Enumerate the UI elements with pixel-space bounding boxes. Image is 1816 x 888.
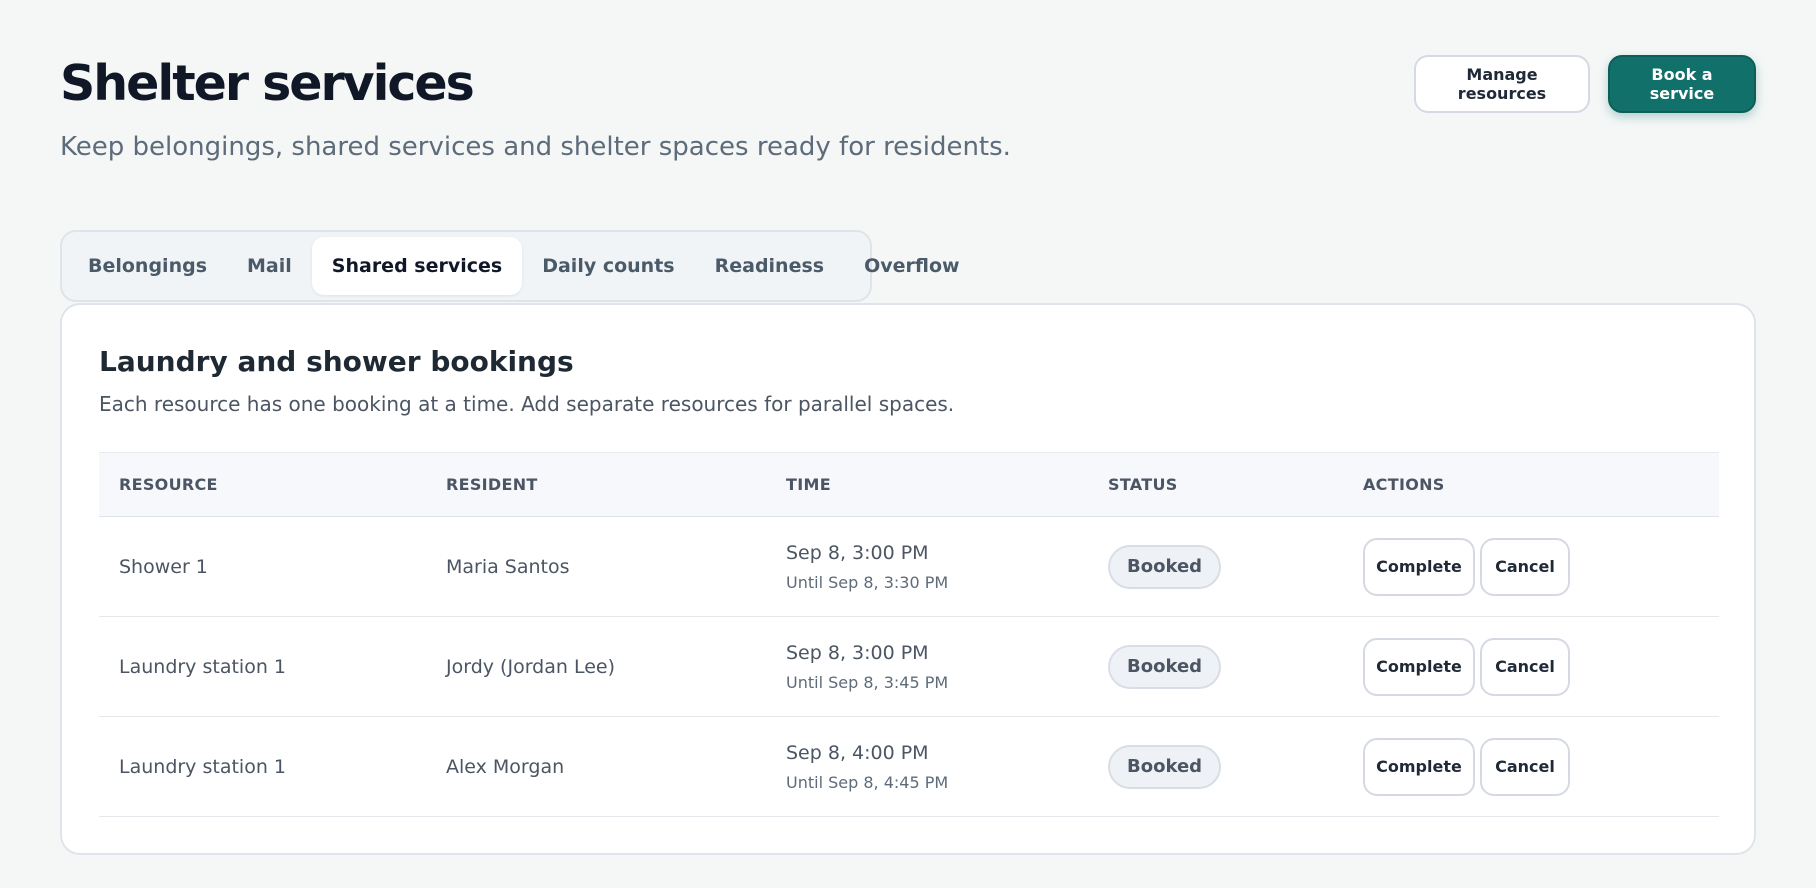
time-until: Until Sep 8, 3:30 PM <box>786 572 949 592</box>
complete-button[interactable]: Complete <box>1363 737 1475 796</box>
page-title: Shelter services <box>60 55 475 112</box>
resource-cell: Shower 1 <box>99 516 426 617</box>
column-header-time: TIME <box>766 452 1088 517</box>
bookings-card: Laundry and shower bookings Each resourc… <box>60 303 1756 855</box>
time-start: Sep 8, 3:00 PM <box>786 541 929 564</box>
table-row: Shower 1 Maria Santos Sep 8, 3:00 PM Unt… <box>99 516 1719 617</box>
column-header-status: STATUS <box>1088 452 1343 517</box>
time-start: Sep 8, 4:00 PM <box>786 741 929 764</box>
time-until: Until Sep 8, 4:45 PM <box>786 772 949 792</box>
row-actions: Complete Cancel <box>1363 637 1719 696</box>
resource-cell: Laundry station 1 <box>99 616 426 717</box>
bookings-table: RESOURCE RESIDENT TIME STATUS ACTIONS Sh… <box>99 452 1719 817</box>
resident-cell: Jordy (Jordan Lee) <box>426 616 766 717</box>
cancel-button[interactable]: Cancel <box>1480 637 1570 696</box>
resident-cell: Maria Santos <box>426 516 766 617</box>
card-description: Each resource has one booking at a time.… <box>99 392 955 416</box>
tab-daily-counts[interactable]: Daily counts <box>522 237 694 295</box>
status-badge: Booked <box>1108 744 1222 789</box>
table-header-row: RESOURCE RESIDENT TIME STATUS ACTIONS <box>99 452 1719 517</box>
time-until: Until Sep 8, 3:45 PM <box>786 672 949 692</box>
column-header-resource: RESOURCE <box>99 452 426 517</box>
row-actions: Complete Cancel <box>1363 537 1719 596</box>
time-start: Sep 8, 3:00 PM <box>786 641 929 664</box>
time-cell: Sep 8, 3:00 PM Until Sep 8, 3:30 PM <box>766 516 1088 617</box>
column-header-resident: RESIDENT <box>426 452 766 517</box>
tab-mail[interactable]: Mail <box>227 237 312 295</box>
table-row: Laundry station 1 Jordy (Jordan Lee) Sep… <box>99 616 1719 717</box>
tab-overflow[interactable]: Overflow <box>844 237 979 295</box>
manage-resources-button[interactable]: Manage resources <box>1414 55 1590 113</box>
row-actions: Complete Cancel <box>1363 737 1719 796</box>
column-header-actions: ACTIONS <box>1343 452 1719 517</box>
actions-cell: Complete Cancel <box>1343 616 1719 717</box>
complete-button[interactable]: Complete <box>1363 537 1475 596</box>
table-row: Laundry station 1 Alex Morgan Sep 8, 4:0… <box>99 716 1719 817</box>
actions-cell: Complete Cancel <box>1343 716 1719 817</box>
page-subtitle: Keep belongings, shared services and she… <box>60 132 1011 162</box>
status-cell: Booked <box>1088 516 1343 617</box>
header-actions: Manage resources Book a service <box>1414 55 1756 113</box>
time-cell: Sep 8, 4:00 PM Until Sep 8, 4:45 PM <box>766 716 1088 817</box>
status-badge: Booked <box>1108 544 1222 589</box>
cancel-button[interactable]: Cancel <box>1480 737 1570 796</box>
tab-shared-services[interactable]: Shared services <box>311 237 523 295</box>
time-cell: Sep 8, 3:00 PM Until Sep 8, 3:45 PM <box>766 616 1088 717</box>
tab-belongings[interactable]: Belongings <box>68 237 227 295</box>
cancel-button[interactable]: Cancel <box>1480 537 1570 596</box>
resource-cell: Laundry station 1 <box>99 716 426 817</box>
tab-readiness[interactable]: Readiness <box>695 237 844 295</box>
actions-cell: Complete Cancel <box>1343 516 1719 617</box>
status-cell: Booked <box>1088 716 1343 817</box>
status-cell: Booked <box>1088 616 1343 717</box>
complete-button[interactable]: Complete <box>1363 637 1475 696</box>
book-service-button[interactable]: Book a service <box>1608 55 1756 113</box>
card-title: Laundry and shower bookings <box>99 345 574 378</box>
tab-bar: Belongings Mail Shared services Daily co… <box>60 230 960 302</box>
status-badge: Booked <box>1108 644 1222 689</box>
resident-cell: Alex Morgan <box>426 716 766 817</box>
